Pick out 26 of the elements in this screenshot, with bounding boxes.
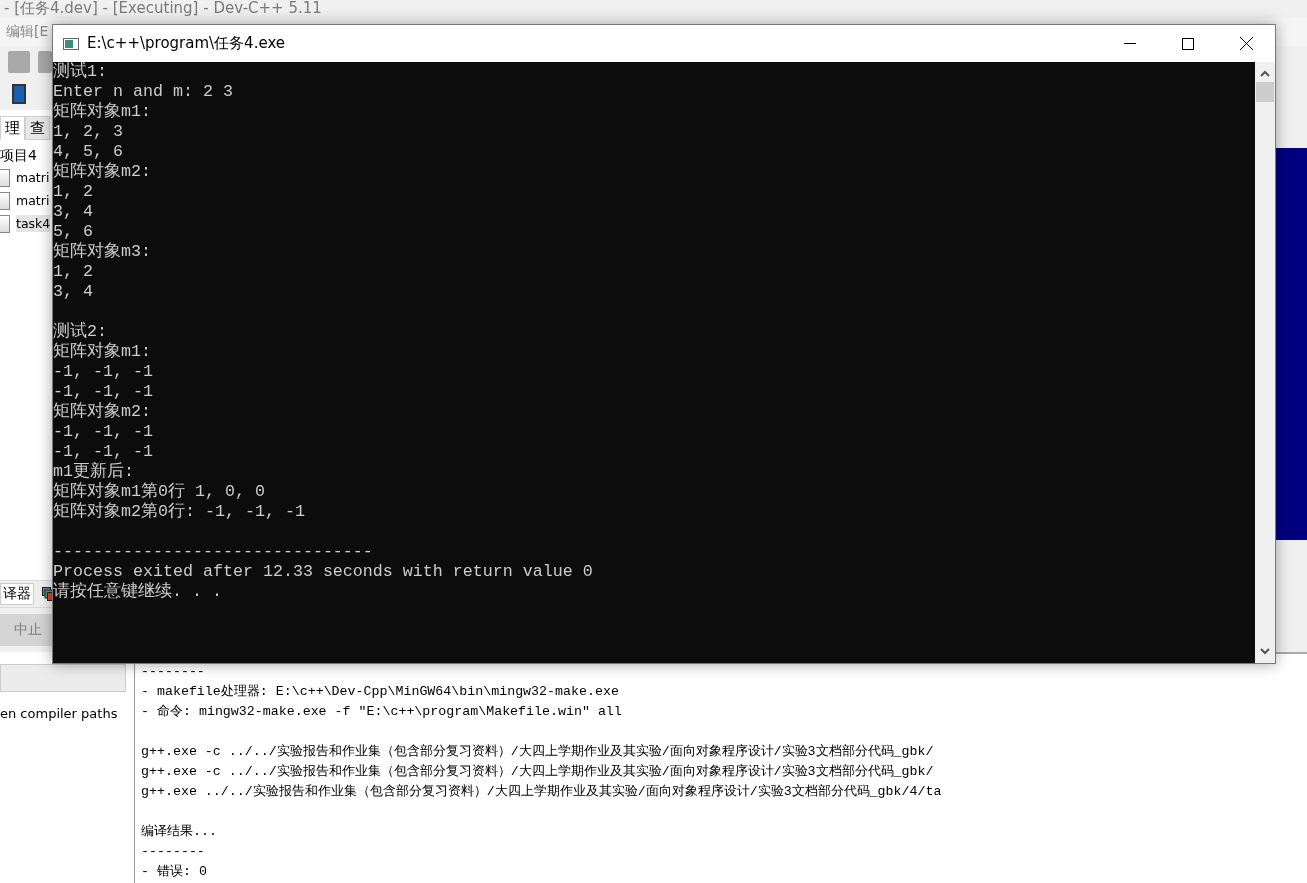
tree-item[interactable]: task4 [16, 215, 51, 232]
tree-item[interactable]: matri [16, 192, 50, 209]
tree-item[interactable]: matri [16, 169, 50, 186]
console-output: 测试1: Enter n and m: 2 3 矩阵对象m1: 1, 2, 3 4, 5, 6 矩阵对象m2: 1, 2 3, 4 5, 6 矩阵对象m3: 1, 2 3, 4 测试2: 矩阵对象m1: -1, -1, -1 -1, -1, -1 矩阵对象m2: -1, -1, -1 -1, -1, -1 m1更新后: 矩阵对象m1第0行 1, 0, 0 矩阵对象m2第0行: -1, -1, -1 -------------------------------- Process exited after 12.33 seconds with return value 0 请按任意键继续. . . [53, 62, 1255, 663]
toolbar-icon[interactable] [8, 51, 30, 73]
toolbar-icon[interactable] [12, 84, 26, 104]
scroll-thumb[interactable] [1256, 82, 1274, 102]
minimize-icon [1124, 42, 1136, 45]
input-field[interactable] [0, 664, 126, 692]
maximize-icon [1182, 37, 1194, 50]
project-root[interactable]: 项目4 [0, 144, 37, 166]
option-label: en compiler paths [0, 706, 119, 721]
close-icon [1239, 37, 1253, 50]
file-icon [0, 168, 10, 187]
file-icon [0, 214, 10, 233]
scroll-down-icon[interactable] [1259, 645, 1271, 657]
scrollbar[interactable] [1255, 62, 1275, 663]
panel-tab[interactable]: 查 [25, 116, 50, 140]
window-title: - [任务4.dev] - [Executing] - Dev-C++ 5.11 [3, 0, 323, 18]
console-icon [63, 37, 79, 50]
panel-tab[interactable]: 理 [0, 116, 25, 140]
toolbar-icon[interactable] [38, 51, 52, 73]
file-icon [0, 191, 10, 210]
compile-log: -------- - makefile处理器: E:\c++\Dev-Cpp\MinGW64\bin\mingw32-make.exe - 命令: mingw32-make.exe -f "E:\c++\program\Makefile.win" all g++.exe -c ../../实验报告和作业集（包含部分复习资料）/大四上学期作业及其实验/面向对象程序设计/实验3文档部分代码_gbk/ g++.exe -c ../../实验报告和作业集（包含部分复习资料）/大四上学期作业及其实验/面向对象程序设计/实验3文档部分代码_gbk/ g++.exe ../../实验报告和作业集（包含部分复习资料）/大四上学期作业及其实验/面向对象程序设计/实验3文档部分代码_gbk/4/ta 编译结果... -------- - 错误: 0 [135, 654, 1307, 883]
window-title: E:\c++\program\任务4.exe [87, 34, 287, 53]
panel-tab[interactable]: 译器 [0, 583, 34, 605]
